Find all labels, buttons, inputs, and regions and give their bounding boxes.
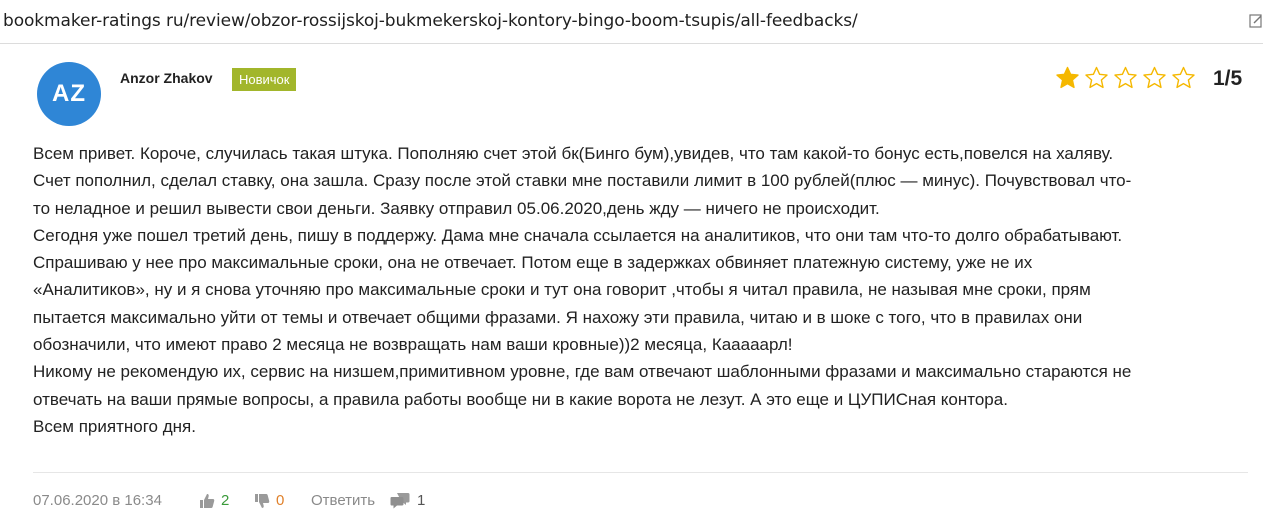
comments-button[interactable]: 1 (390, 492, 425, 509)
star-empty-icon (1143, 66, 1166, 89)
star-filled-icon (1056, 66, 1079, 89)
user-level-badge: Новичок (232, 68, 297, 91)
review-text-line: Всем привет. Короче, случилась такая шту… (33, 144, 1114, 163)
review-text-line: «Аналитиков», ну и я снова уточняю про м… (33, 280, 1091, 300)
author-name[interactable]: Anzor Zhakov (120, 70, 213, 86)
star-empty-icon (1172, 66, 1195, 89)
url-text[interactable]: bookmaker-ratings ru/review/obzor-rossij… (3, 11, 858, 31)
review-date: 07.06.2020 в 16:34 (33, 492, 162, 509)
review-text-line: обозначили, что имеют право 2 месяца не … (33, 335, 793, 355)
rating-stars (1055, 66, 1196, 90)
avatar[interactable]: AZ (37, 62, 101, 126)
thumbs-up-icon (200, 493, 215, 508)
comments-count: 1 (417, 492, 426, 509)
review-text: Всем привет. Короче, случилась такая шту… (33, 140, 1248, 440)
dislike-button[interactable]: 0 (254, 492, 284, 509)
reply-link[interactable]: Ответить (311, 492, 375, 509)
review-text-line: Счет пополнил, сделал ставку, она зашла.… (33, 171, 1132, 191)
like-count: 2 (221, 492, 230, 509)
review-text-line: Спрашиваю у нее про максимальные сроки, … (33, 253, 1033, 273)
footer-divider (33, 472, 1248, 473)
review-text-line: пытается максимально уйти от темы и отве… (33, 307, 1083, 327)
like-button[interactable]: 2 (199, 492, 229, 509)
dislike-count: 0 (276, 492, 285, 509)
thumbs-down-icon (255, 493, 270, 508)
review-text-line: Сегодня уже пошел третий день, пишу в по… (33, 225, 1123, 245)
browser-address-bar[interactable]: bookmaker-ratings ru/review/obzor-rossij… (0, 0, 1263, 44)
review-text-line: Никому не рекомендую их, сервис на низше… (33, 362, 1132, 382)
star-empty-icon (1114, 66, 1137, 89)
star-empty-icon (1085, 66, 1108, 89)
rating-score: 1/5 (1213, 67, 1243, 90)
edit-icon[interactable] (1249, 12, 1263, 30)
review-text-line: то неладное и решил вывести свои деньги.… (33, 198, 880, 218)
review-text-line: отвечать на ваши прямые вопросы, а прави… (33, 389, 1008, 409)
review-text-line: Всем приятного дня. (33, 416, 196, 436)
comments-icon (390, 493, 410, 509)
